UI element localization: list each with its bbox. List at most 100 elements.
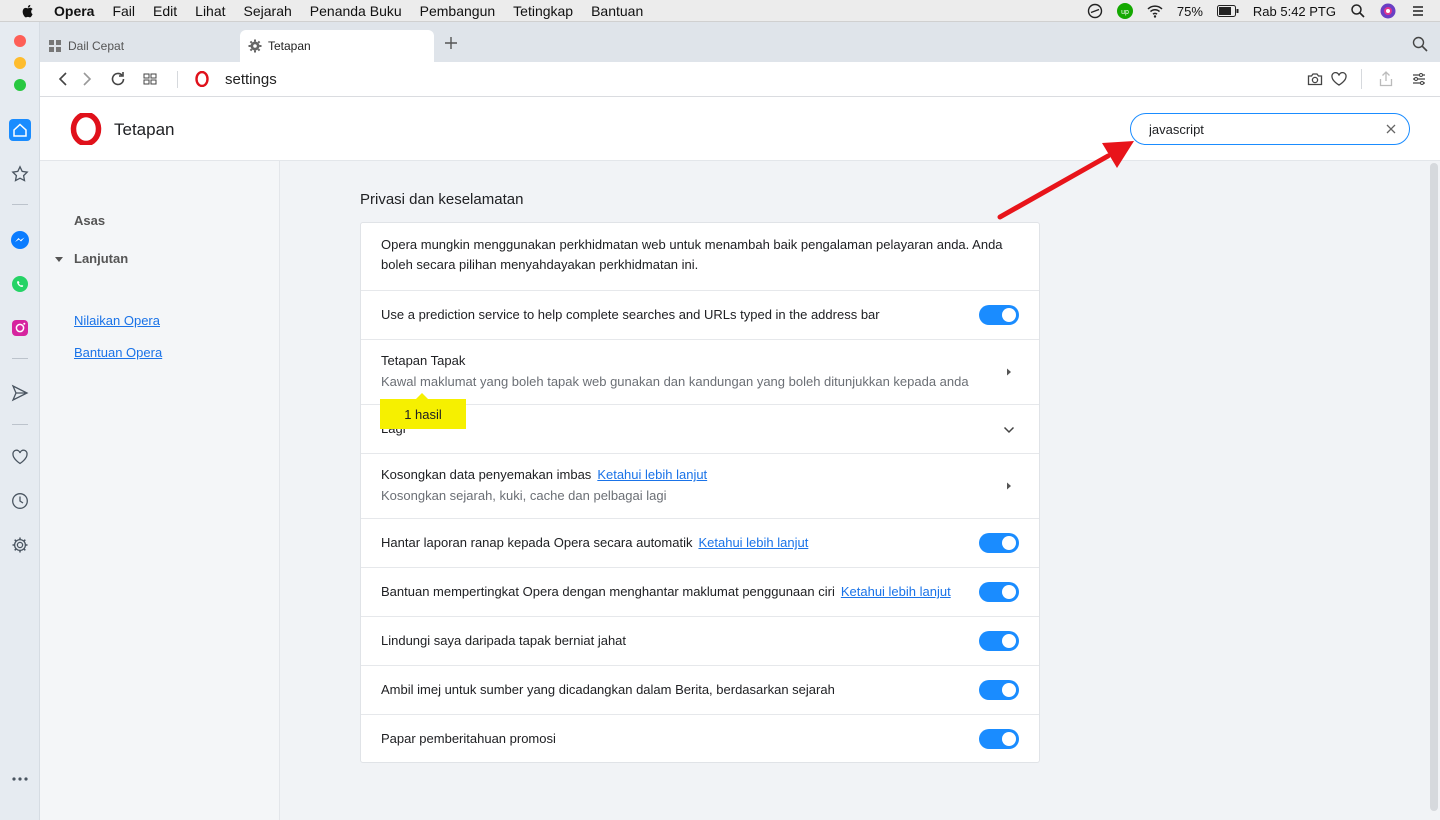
setting-row-malicious-sites[interactable]: Lindungi saya daripada tapak berniat jah…: [361, 616, 1039, 665]
grid-icon: [143, 73, 157, 85]
setting-label: Papar pemberitahuan promosi: [381, 731, 556, 746]
upwork-icon[interactable]: up: [1116, 3, 1133, 19]
camera-icon[interactable]: [1307, 72, 1323, 86]
menu-penanda-buku[interactable]: Penanda Buku: [310, 3, 402, 19]
menubar-status-area: up 75% Rab 5:42 PTG: [1087, 0, 1426, 22]
sidebar-whatsapp-button[interactable]: [9, 273, 31, 295]
clear-search-icon[interactable]: [1385, 123, 1397, 135]
heart-icon: [12, 449, 28, 465]
tab-speed-dial[interactable]: Dail Cepat: [40, 30, 236, 62]
nav-advanced-label: Lanjutan: [74, 251, 129, 266]
learn-more-link[interactable]: Ketahui lebih lanjut: [698, 535, 808, 550]
window-close-button[interactable]: [14, 35, 26, 47]
heart-icon[interactable]: [1331, 72, 1347, 86]
menu-tetingkap[interactable]: Tetingkap: [513, 3, 573, 19]
sidebar-more-button[interactable]: [9, 768, 31, 790]
tab-search-icon[interactable]: [1412, 36, 1428, 52]
sidebar-divider: [12, 358, 28, 359]
settings-page: Tetapan Asas Lanjutan Nilaikan Opera Ban…: [40, 97, 1440, 820]
back-button[interactable]: [54, 70, 72, 88]
reload-button[interactable]: [109, 70, 127, 88]
window-minimize-button[interactable]: [14, 57, 26, 69]
sidebar-divider: [12, 204, 28, 205]
apple-icon[interactable]: [20, 3, 36, 19]
notification-center-icon[interactable]: [1410, 3, 1426, 19]
sidebar-favorites-button[interactable]: [9, 446, 31, 468]
menu-opera[interactable]: Opera: [54, 3, 94, 19]
easy-setup-icon[interactable]: [1412, 72, 1426, 86]
nav-advanced[interactable]: Lanjutan: [54, 251, 128, 266]
menu-lihat[interactable]: Lihat: [195, 3, 225, 19]
svg-text:up: up: [1121, 9, 1129, 16]
setting-row-crash-reports[interactable]: Hantar laporan ranap kepada Opera secara…: [361, 518, 1039, 567]
promo-notifications-toggle[interactable]: [979, 729, 1019, 749]
privacy-intro-row: Opera mungkin menggunakan perkhidmatan w…: [361, 223, 1039, 290]
messenger-icon: [11, 231, 29, 249]
more-dots-icon: [12, 777, 28, 781]
menu-fail[interactable]: Fail: [112, 3, 135, 19]
home-icon: [13, 123, 27, 137]
battery-icon[interactable]: [1216, 5, 1239, 17]
gear-icon: [12, 537, 28, 553]
malicious-sites-toggle[interactable]: [979, 631, 1019, 651]
feature-usage-toggle[interactable]: [979, 582, 1019, 602]
learn-more-link[interactable]: Ketahui lebih lanjut: [841, 584, 951, 599]
chevron-down-icon: [1003, 426, 1015, 434]
tab-settings[interactable]: Tetapan: [240, 30, 434, 62]
sidebar-send-button[interactable]: [9, 382, 31, 404]
forward-button[interactable]: [78, 70, 96, 88]
link-rate-opera[interactable]: Nilaikan Opera: [74, 313, 160, 328]
page-scrollbar[interactable]: [1430, 163, 1438, 811]
prediction-toggle[interactable]: [979, 305, 1019, 325]
menu-edit[interactable]: Edit: [153, 3, 177, 19]
menu-bantuan[interactable]: Bantuan: [591, 3, 643, 19]
learn-more-link[interactable]: Ketahui lebih lanjut: [597, 467, 707, 482]
setting-row-news-images[interactable]: Ambil imej untuk sumber yang dicadangkan…: [361, 665, 1039, 714]
news-images-toggle[interactable]: [979, 680, 1019, 700]
gear-icon: [248, 39, 262, 53]
menu-sejarah[interactable]: Sejarah: [244, 3, 292, 19]
sidebar-messenger-button[interactable]: [9, 229, 31, 251]
setting-label: Ambil imej untuk sumber yang dicadangkan…: [381, 682, 835, 697]
share-icon[interactable]: [1379, 71, 1393, 87]
opera-logo-icon: [70, 113, 102, 145]
crash-reports-toggle[interactable]: [979, 533, 1019, 553]
settings-search-field[interactable]: [1130, 113, 1410, 145]
sidebar-settings-button[interactable]: [9, 534, 31, 556]
setting-row-prediction[interactable]: Use a prediction service to help complet…: [361, 290, 1039, 339]
setting-label: Lindungi saya daripada tapak berniat jah…: [381, 633, 627, 648]
setting-label-text: Hantar laporan ranap kepada Opera secara…: [381, 535, 693, 550]
spotlight-search-icon[interactable]: [1350, 3, 1366, 19]
setting-label: Kosongkan data penyemakan imbas Ketahui l…: [381, 465, 707, 485]
url-text[interactable]: settings: [225, 71, 277, 88]
privacy-settings-card: Opera mungkin menggunakan perkhidmatan w…: [360, 222, 1040, 763]
siri-icon[interactable]: [1380, 3, 1396, 19]
setting-row-feature-usage[interactable]: Bantuan mempertingkat Opera dengan mengh…: [361, 567, 1039, 616]
battery-percent: 75%: [1176, 3, 1203, 19]
tab-overview-button[interactable]: [141, 70, 159, 88]
sidebar-bookmarks-button[interactable]: [9, 163, 31, 185]
wifi-icon[interactable]: [1147, 3, 1163, 19]
menubar-clock[interactable]: Rab 5:42 PTG: [1253, 4, 1336, 19]
setting-label-text: Kosongkan data penyemakan imbas: [381, 467, 592, 482]
sidebar-instagram-button[interactable]: [9, 317, 31, 339]
sidebar-home-button[interactable]: [9, 119, 31, 141]
setting-row-clear-data[interactable]: Kosongkan data penyemakan imbas Ketahui l…: [361, 453, 1039, 518]
address-divider: [177, 71, 178, 88]
setting-row-site-settings[interactable]: Tetapan Tapak Kawal maklumat yang boleh …: [361, 339, 1039, 404]
page-title: Tetapan: [114, 120, 175, 139]
setting-label: Use a prediction service to help complet…: [381, 307, 880, 322]
settings-search-input[interactable]: [1149, 120, 1369, 138]
nav-basic[interactable]: Asas: [74, 213, 105, 228]
intro-text-line: Opera mungkin menggunakan perkhidmatan w…: [381, 237, 1003, 252]
menu-pembangun[interactable]: Pembangun: [420, 3, 496, 19]
vpn-status-icon[interactable]: [1087, 3, 1103, 19]
setting-row-promo-notifications[interactable]: Papar pemberitahuan promosi: [361, 714, 1039, 763]
setting-label-text: Bantuan mempertingkat Opera dengan mengh…: [381, 584, 835, 599]
window-zoom-button[interactable]: [14, 79, 26, 91]
link-opera-help[interactable]: Bantuan Opera: [74, 345, 162, 360]
sidebar-history-button[interactable]: [9, 490, 31, 512]
new-tab-plus-icon[interactable]: [442, 34, 460, 52]
instagram-icon: [12, 320, 28, 336]
forward-arrow-icon: [83, 72, 92, 86]
